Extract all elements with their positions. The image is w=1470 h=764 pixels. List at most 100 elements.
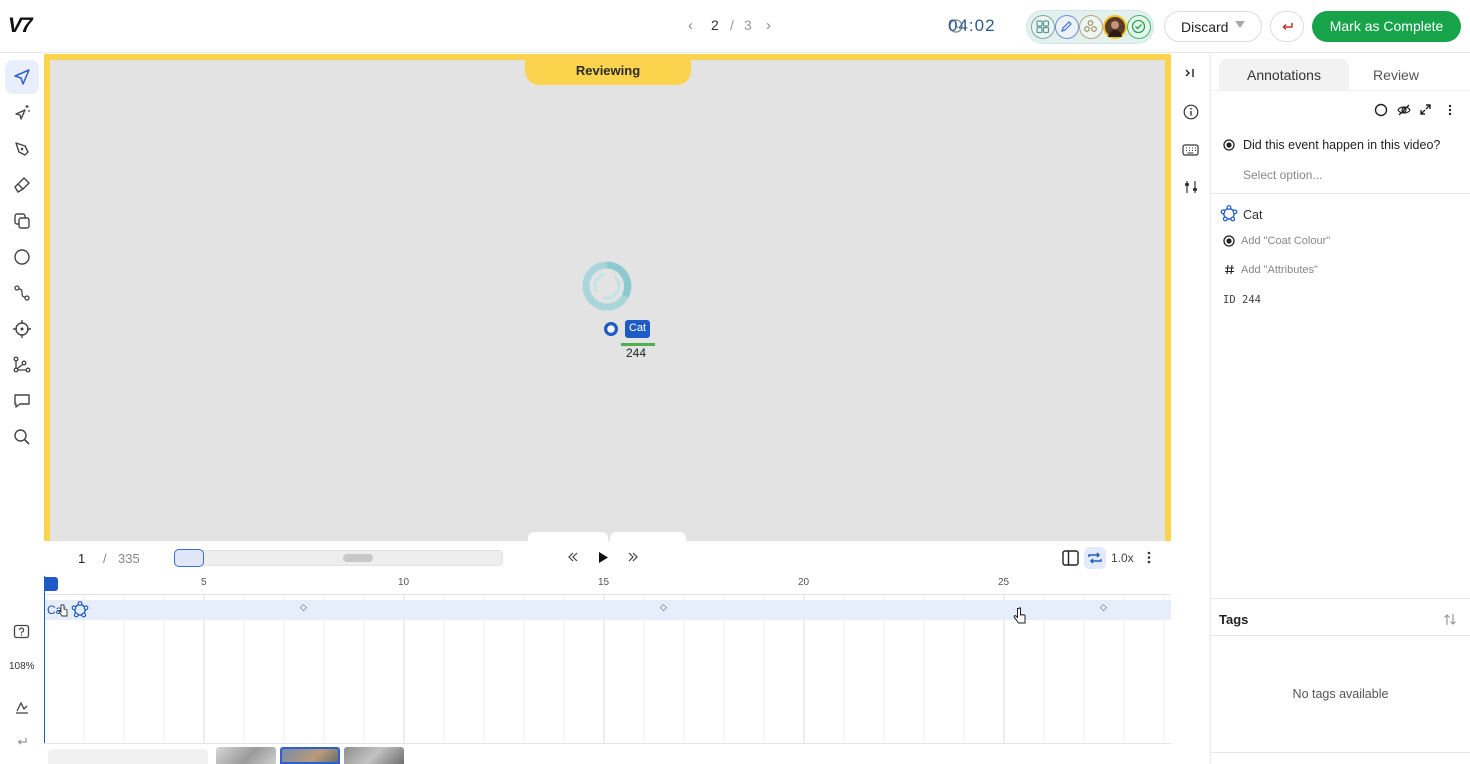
rewind-icon[interactable]	[567, 551, 579, 563]
annotation-track[interactable]	[44, 600, 1171, 620]
expand-icon[interactable]	[1420, 104, 1431, 115]
keypoint-marker-icon[interactable]	[603, 321, 619, 337]
add-attributes-field[interactable]: Add "Attributes"	[1241, 264, 1318, 276]
discard-button[interactable]: Discard	[1164, 11, 1262, 42]
item-thumbnail[interactable]	[344, 747, 404, 764]
workflow-stages[interactable]	[1026, 10, 1154, 44]
ellipse-tool[interactable]	[5, 240, 39, 274]
collapse-arrow-icon[interactable]	[16, 736, 28, 746]
reset-view-icon[interactable]	[14, 699, 30, 715]
loop-icon	[1087, 550, 1103, 566]
tabs-divider	[1211, 90, 1470, 91]
keyframe-marker[interactable]: ◇	[660, 602, 667, 613]
next-item-chevron-icon[interactable]: ›	[766, 17, 771, 34]
zoom-tool[interactable]	[5, 420, 39, 454]
pointer-hand-icon	[1013, 607, 1027, 625]
prev-item-chevron-icon[interactable]: ‹	[688, 17, 693, 34]
annotation-id-value: 244	[1242, 294, 1261, 306]
polygon-class-icon	[71, 601, 89, 619]
no-tags-message: No tags available	[1292, 687, 1389, 701]
radio-question-icon	[1223, 139, 1235, 151]
skeleton-tool[interactable]	[5, 348, 39, 382]
pen-tool[interactable]	[5, 132, 39, 166]
scrubber-window[interactable]	[174, 549, 204, 567]
panel-icon-strip	[1171, 54, 1211, 764]
playback-speed[interactable]: 1.0x	[1111, 551, 1134, 565]
timeline-scrubber[interactable]	[174, 550, 503, 566]
reviewer-avatar[interactable]	[1103, 15, 1127, 39]
add-coat-colour-field[interactable]: Add "Coat Colour"	[1241, 235, 1330, 247]
total-items-number: 3	[744, 17, 752, 33]
fast-forward-icon[interactable]	[627, 551, 639, 563]
thumbnail-strip	[44, 743, 1171, 764]
total-frames: 335	[118, 551, 140, 566]
current-item-number: 2	[711, 17, 719, 33]
send-back-button[interactable]	[1270, 11, 1304, 42]
caret-down-icon	[1235, 21, 1245, 28]
frame-separator: /	[103, 551, 107, 566]
playhead-line	[44, 576, 45, 743]
play-icon[interactable]	[597, 551, 609, 564]
tab-review[interactable]: Review	[1349, 59, 1443, 90]
auto-annotate-tool[interactable]	[5, 96, 39, 130]
v7-logo[interactable]: V7	[8, 14, 33, 38]
annotate-stage-icon[interactable]	[1055, 15, 1079, 39]
current-frame[interactable]: 1	[78, 551, 85, 566]
brush-tool[interactable]	[5, 168, 39, 202]
search-field[interactable]	[48, 749, 208, 764]
left-toolbar	[0, 54, 44, 764]
divider	[1211, 193, 1470, 194]
panel-more-icon[interactable]	[1448, 104, 1452, 116]
dataset-stage-icon[interactable]	[1031, 15, 1055, 39]
info-icon[interactable]	[1183, 104, 1199, 120]
annotation-id-key: ID	[1223, 294, 1236, 306]
ruler-label: 25	[998, 577, 1010, 588]
keyboard-icon[interactable]	[1182, 143, 1199, 157]
model-stage-icon[interactable]	[1079, 15, 1103, 39]
right-panel	[1211, 54, 1470, 764]
item-question: Did this event happen in this video?	[1243, 138, 1441, 152]
item-thumbnail-selected[interactable]	[280, 747, 340, 764]
keyframe-marker[interactable]: ◇	[1100, 602, 1107, 613]
polygon-tool[interactable]	[5, 204, 39, 238]
return-arrow-icon	[1281, 20, 1294, 33]
collapse-panel-icon[interactable]	[1184, 67, 1196, 79]
ruler-label: 20	[798, 577, 810, 588]
toggle-shapes-icon[interactable]	[1374, 103, 1388, 117]
tab-annotations[interactable]: Annotations	[1219, 59, 1349, 90]
complete-stage-icon[interactable]	[1127, 15, 1151, 39]
hide-eye-icon[interactable]	[1397, 103, 1411, 117]
zoom-level[interactable]: 108%	[9, 661, 35, 672]
ruler-label: 15	[598, 577, 610, 588]
keyframe-marker[interactable]: ◇	[300, 602, 307, 613]
annotation-class-label[interactable]: Cat	[625, 320, 650, 338]
divider	[1211, 752, 1470, 753]
comment-tool[interactable]	[5, 384, 39, 418]
tags-title: Tags	[1219, 612, 1249, 627]
keypoint-tool[interactable]	[5, 312, 39, 346]
playhead-handle[interactable]	[44, 577, 58, 591]
loop-button[interactable]	[1084, 547, 1106, 569]
item-thumbnail[interactable]	[216, 747, 276, 764]
discard-label: Discard	[1181, 19, 1229, 35]
scrubber-thumb[interactable]	[343, 554, 373, 562]
more-options-icon[interactable]	[1147, 551, 1151, 564]
sort-icon[interactable]	[1443, 613, 1457, 626]
pager-separator: /	[730, 17, 734, 33]
split-view-icon[interactable]	[1062, 550, 1079, 566]
settings-sliders-icon[interactable]	[1183, 179, 1199, 195]
question-select[interactable]: Select option...	[1243, 168, 1322, 182]
help-icon[interactable]	[13, 624, 30, 641]
line-tool[interactable]	[5, 276, 39, 310]
mark-as-complete-button[interactable]: Mark as Complete	[1312, 11, 1461, 42]
annotation-class-name[interactable]: Cat	[1243, 208, 1262, 222]
loading-spinner-icon	[580, 261, 634, 315]
reviewing-status-tab: Reviewing	[525, 54, 691, 85]
ruler-label: 5	[201, 577, 207, 588]
work-timer: 04:02	[948, 16, 996, 35]
polygon-class-icon	[1220, 205, 1238, 223]
ruler-label: 10	[398, 577, 410, 588]
hash-icon	[1224, 264, 1235, 275]
cursor-hand-icon	[58, 604, 68, 617]
navigate-tool[interactable]	[5, 60, 39, 94]
